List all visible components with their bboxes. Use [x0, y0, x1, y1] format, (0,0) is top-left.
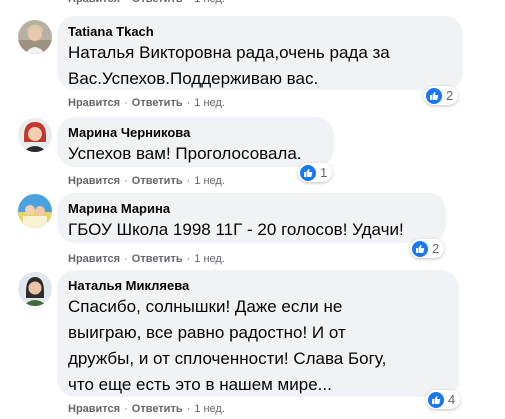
- like-thumb-icon: [428, 391, 444, 408]
- timestamp[interactable]: 1 нед.: [194, 97, 225, 109]
- reaction-summary[interactable]: 2: [424, 86, 459, 105]
- comment-text: Успехов вам! Проголосовала.: [68, 144, 302, 163]
- comment-author[interactable]: Марина Марина: [68, 200, 435, 217]
- comment-text: Наталья Викторовна рада,очень рада за Ва…: [68, 43, 390, 88]
- comment-author[interactable]: Tatiana Tkach: [68, 23, 452, 40]
- reaction-summary[interactable]: 1: [298, 163, 333, 182]
- comment-actions: Нравится · Ответить · 1 нед.: [68, 97, 225, 109]
- comment-author[interactable]: Наталья Микляева: [68, 277, 448, 294]
- avatar[interactable]: [18, 20, 52, 54]
- avatar-photo-icon: [18, 194, 52, 228]
- comment-bubble: Марина Марина ГБОУ Школа 1998 11Г - 20 г…: [57, 193, 446, 243]
- like-link[interactable]: Нравится: [68, 403, 120, 415]
- comment-actions: Нравится · Ответить · 1 нед.: [68, 403, 225, 415]
- timestamp[interactable]: 1 нед.: [194, 253, 225, 265]
- avatar[interactable]: [18, 118, 52, 152]
- like-thumb-icon: [300, 164, 316, 181]
- comment-bubble: Марина Черникова Успехов вам! Проголосов…: [57, 117, 334, 167]
- comment-bubble: Наталья Микляева Спасибо, солнышки! Даже…: [57, 270, 459, 397]
- like-link[interactable]: Нравится: [68, 253, 120, 265]
- reply-link[interactable]: Ответить: [132, 0, 183, 5]
- avatar-photo-icon: [18, 272, 52, 306]
- avatar-photo-icon: [18, 20, 52, 54]
- reaction-count: 1: [320, 165, 328, 180]
- like-link[interactable]: Нравится: [68, 175, 120, 187]
- comment-author[interactable]: Марина Черникова: [68, 124, 323, 141]
- reply-link[interactable]: Ответить: [132, 403, 183, 415]
- reaction-count: 4: [448, 392, 456, 407]
- reaction-summary[interactable]: 4: [426, 390, 461, 409]
- like-thumb-icon: [426, 87, 442, 104]
- timestamp[interactable]: 1 нед.: [194, 0, 225, 5]
- like-link[interactable]: Нравится: [68, 0, 120, 5]
- comment-actions: Нравится · Ответить · 1 нед.: [68, 175, 225, 187]
- timestamp[interactable]: 1 нед.: [194, 403, 225, 415]
- reply-link[interactable]: Ответить: [132, 175, 183, 187]
- avatar[interactable]: [18, 272, 52, 306]
- avatar[interactable]: [18, 194, 52, 228]
- reaction-summary[interactable]: 2: [410, 239, 445, 258]
- comment-actions-previous: Нравится·Ответить·1 нед.: [68, 0, 225, 5]
- like-thumb-icon: [412, 240, 428, 257]
- comment-text: Спасибо, солнышки! Даже если не выиграю,…: [68, 297, 387, 394]
- reply-link[interactable]: Ответить: [132, 253, 183, 265]
- like-link[interactable]: Нравится: [68, 97, 120, 109]
- comment-actions: Нравится · Ответить · 1 нед.: [68, 253, 225, 265]
- reaction-count: 2: [446, 88, 454, 103]
- comment-bubble: Tatiana Tkach Наталья Викторовна рада,оч…: [57, 16, 463, 90]
- reply-link[interactable]: Ответить: [132, 97, 183, 109]
- timestamp[interactable]: 1 нед.: [194, 175, 225, 187]
- comment-text: ГБОУ Школа 1998 11Г - 20 голосов! Удачи!: [68, 220, 404, 239]
- avatar-photo-icon: [18, 118, 52, 152]
- reaction-count: 2: [432, 241, 440, 256]
